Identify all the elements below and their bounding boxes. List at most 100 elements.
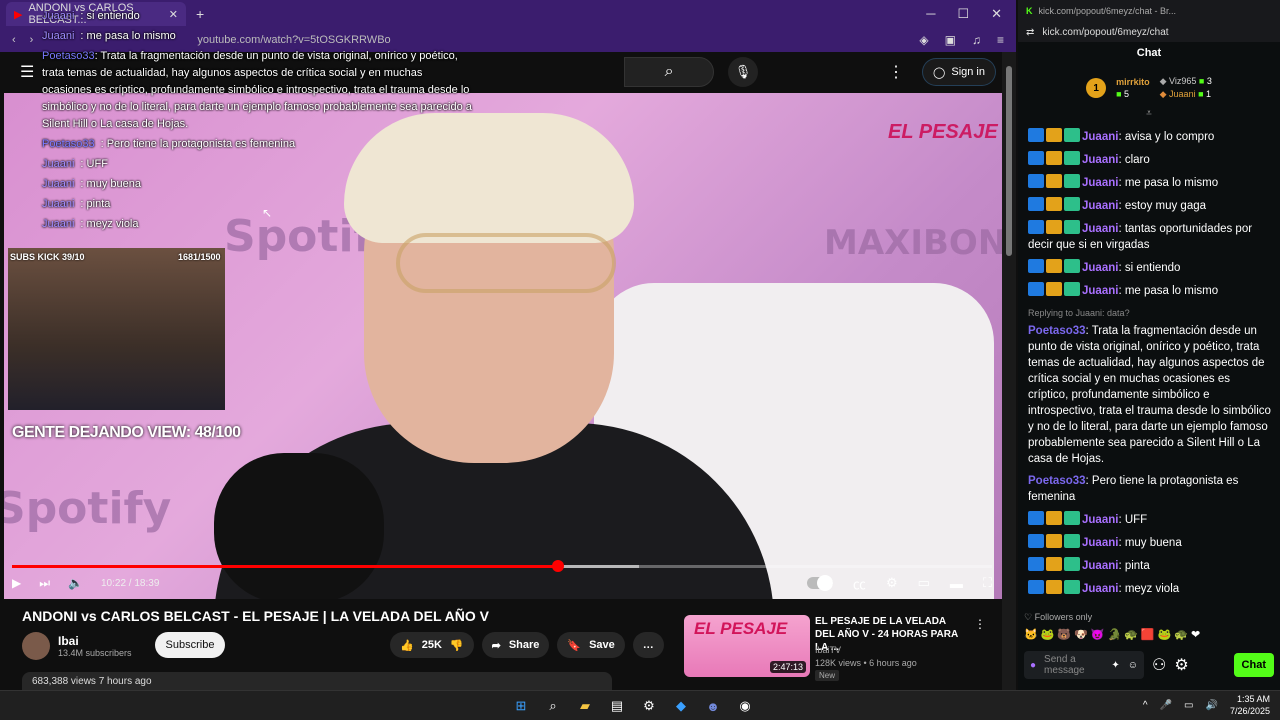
leader-first: mirrkito ■ 5 — [1116, 77, 1150, 99]
fullscreen-icon[interactable]: ⛶ — [983, 575, 992, 591]
users-icon[interactable]: ⚇ — [1152, 655, 1166, 675]
chat-message[interactable]: Juaani: tantas oportunidades por decir q… — [1028, 220, 1273, 253]
chat-username[interactable]: Juaani — [1082, 514, 1118, 526]
autoplay-toggle[interactable] — [806, 575, 833, 591]
crown-badge-icon — [1046, 220, 1062, 234]
chat-message[interactable]: Juaani: meyz viola — [1028, 580, 1273, 597]
voice-search-icon[interactable]: 🎙 — [728, 57, 759, 87]
new-badge: New — [815, 670, 840, 681]
send-chat-button[interactable]: Chat — [1233, 653, 1274, 677]
chat-username[interactable]: Juaani — [1082, 177, 1118, 189]
brave-shield-icon[interactable]: ◈ — [919, 33, 928, 47]
maximize-icon[interactable]: ☐ — [957, 6, 969, 22]
counter-label: 1681/1500 — [178, 252, 221, 262]
browser-taskbar-icon[interactable]: ◆ — [670, 695, 692, 717]
chat-message[interactable]: Poetaso33: Pero tiene la protagonista es… — [1028, 473, 1273, 505]
miniplayer-icon[interactable]: ▭ — [918, 575, 930, 591]
chat-message[interactable]: Juaani: me pasa lo mismo — [1028, 174, 1273, 191]
chat-username[interactable]: Juaani — [1082, 154, 1118, 166]
play-icon[interactable]: ▶ — [12, 576, 21, 590]
obs-icon[interactable]: ◉ — [734, 695, 756, 717]
kick-url[interactable]: kick.com/popout/6meyz/chat — [1042, 27, 1168, 38]
theater-icon[interactable]: ▬ — [950, 576, 963, 591]
chat-message[interactable]: Juaani: muy buena — [1028, 534, 1273, 551]
clock[interactable]: 1:35 AM 7/26/2025 — [1230, 693, 1270, 717]
search-taskbar-icon[interactable]: ⌕ — [542, 695, 564, 717]
extension-icon[interactable]: ▣ — [945, 33, 956, 47]
views-line[interactable]: 683,388 views 7 hours ago — [22, 672, 612, 690]
windows-start-icon[interactable]: ⊞ — [510, 695, 532, 717]
crown-badge-icon — [1046, 259, 1062, 273]
chat-message[interactable]: Juaani: estoy muy gaga — [1028, 197, 1273, 214]
chat-username[interactable]: Juaani — [1082, 262, 1118, 274]
settings-gear-icon[interactable]: ⚙ — [886, 575, 898, 591]
speaker-icon[interactable]: 🔊 — [1206, 700, 1218, 711]
kick-menu-icon[interactable]: ⇄ — [1026, 27, 1034, 38]
like-button[interactable]: 👍 25K 👎 — [390, 632, 474, 658]
subscribe-button[interactable]: Subscribe — [155, 632, 225, 658]
maxibon-watermark: MAXIBON — [824, 223, 1002, 263]
file-explorer-icon[interactable]: ▰ — [574, 695, 596, 717]
chat-text: : si entiendo — [1118, 262, 1181, 274]
channel-name[interactable]: Ibai — [58, 634, 132, 648]
share-button[interactable]: ➦ Share — [481, 632, 550, 658]
hamburger-icon[interactable]: ☰ — [20, 62, 34, 82]
chat-username[interactable]: Juaani — [1082, 285, 1118, 297]
chat-username[interactable]: Juaani — [1082, 560, 1118, 572]
next-icon[interactable]: ⏭ — [39, 576, 50, 591]
emoji-icon[interactable]: ☺ — [1128, 660, 1138, 671]
back-icon[interactable]: ‹ — [12, 34, 16, 46]
chat-username[interactable]: Juaani — [1082, 131, 1118, 143]
overlay-chat-user: Juaani — [42, 10, 75, 22]
sign-in-button[interactable]: ◯ Sign in — [922, 58, 996, 86]
more-actions-button[interactable]: … — [632, 632, 664, 658]
chat-username[interactable]: Juaani — [1082, 583, 1118, 595]
sign-in-label: Sign in — [951, 66, 985, 78]
settings-app-icon[interactable]: ⚙ — [638, 695, 660, 717]
close-window-icon[interactable]: ✕ — [991, 6, 1002, 22]
chat-input[interactable]: ● Send a message ✦ ☺ — [1024, 651, 1144, 679]
page-scrollbar[interactable] — [1002, 52, 1016, 690]
emote-picker-icon[interactable]: ● — [1030, 660, 1036, 671]
volume-icon[interactable]: 🔈 — [68, 576, 83, 590]
chat-username[interactable]: Juaani — [1082, 537, 1118, 549]
save-button[interactable]: 🔖 Save — [557, 632, 625, 658]
scrubber-handle[interactable] — [551, 560, 564, 572]
recommended-video[interactable]: EL PESAJE 2:47:13 EL PESAJE DE LA VELADA… — [684, 615, 986, 685]
network-icon[interactable]: ▭ — [1184, 700, 1193, 711]
channel-avatar[interactable] — [22, 632, 50, 660]
overlay-chat-text: : UFF — [80, 158, 108, 170]
recommended-menu-icon[interactable]: ⋮ — [974, 617, 986, 631]
mic-tray-icon[interactable]: 🎤 — [1160, 700, 1172, 711]
chat-message[interactable]: Juaani: me pasa lo mismo — [1028, 282, 1273, 299]
forward-icon[interactable]: › — [30, 34, 34, 46]
chat-message[interactable]: Juaani: avisa y lo compro — [1028, 128, 1273, 145]
chat-message[interactable]: Replying to Juaani: data? Poetaso33: Trat… — [1028, 305, 1273, 467]
chat-username[interactable]: Poetaso33 — [1028, 325, 1086, 337]
translate-icon[interactable]: ✦ — [1111, 660, 1119, 671]
menu-icon[interactable]: ≡ — [997, 33, 1004, 47]
scroll-down-icon[interactable]: ⩡ — [1018, 108, 1280, 119]
recommended-thumbnail[interactable]: EL PESAJE 2:47:13 — [684, 615, 810, 677]
progress-bar[interactable] — [12, 560, 992, 572]
chat-message[interactable]: Juaani: si entiendo — [1028, 259, 1273, 276]
chat-username[interactable]: Juaani — [1082, 223, 1118, 235]
chat-settings-icon[interactable]: ⚙ — [1174, 655, 1188, 675]
scrollbar-thumb[interactable] — [1006, 66, 1012, 256]
minimize-icon[interactable]: ─ — [926, 6, 935, 22]
emote-bar[interactable]: 🐱🐸🐻🐶😈🐊🐢🟥🐸🐢❤ — [1024, 628, 1203, 641]
recommended-channel: IbaiTV — [815, 645, 842, 655]
chat-username[interactable]: Poetaso33 — [1028, 475, 1086, 487]
discord-icon[interactable]: ☻ — [702, 695, 724, 717]
tray-chevron-icon[interactable]: ^ — [1143, 700, 1148, 711]
media-icon[interactable]: ♫ — [972, 33, 981, 47]
thumbs-down-icon[interactable]: 👎 — [450, 639, 464, 652]
chat-message[interactable]: Juaani: pinta — [1028, 557, 1273, 574]
chat-message[interactable]: Juaani: UFF — [1028, 511, 1273, 528]
more-options-icon[interactable]: ⋮ — [888, 62, 904, 82]
search-button[interactable]: ⌕ — [624, 57, 715, 87]
chat-message[interactable]: Juaani: claro — [1028, 151, 1273, 168]
chat-username[interactable]: Juaani — [1082, 200, 1118, 212]
store-icon[interactable]: ▤ — [606, 695, 628, 717]
captions-icon[interactable]: ㏄ — [853, 574, 866, 593]
